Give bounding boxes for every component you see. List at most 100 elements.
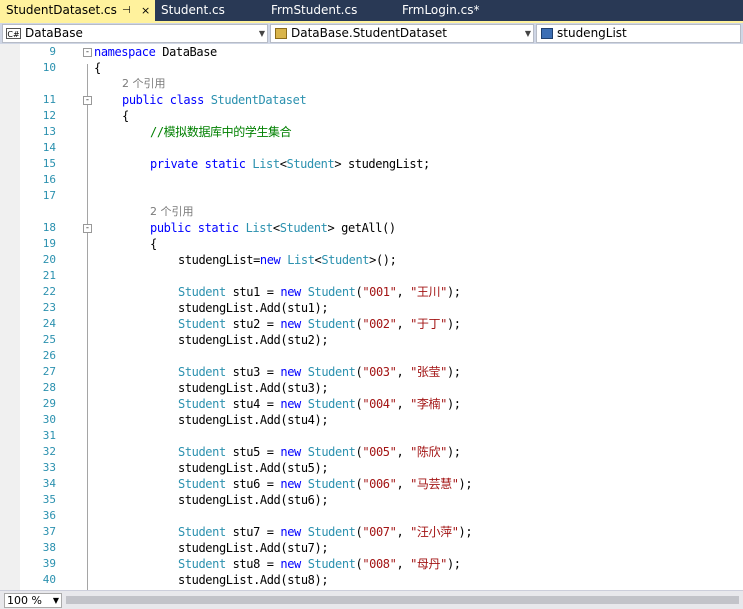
codelens-references[interactable]: 2 个引用 (150, 204, 194, 220)
collapse-icon[interactable]: - (83, 48, 92, 57)
code-token: "007" (362, 525, 397, 539)
collapse-icon[interactable]: - (83, 224, 92, 233)
code-token: stu6 = (225, 477, 281, 491)
code-token: studengList.Add(stu6); (178, 493, 329, 507)
tab-frmstudent[interactable]: FrmStudent.cs (265, 0, 395, 21)
collapse-icon[interactable]: - (83, 96, 92, 105)
code-token: ); (446, 285, 461, 299)
code-token: Student (307, 445, 356, 459)
code-text: studengList.Add(stu6); (178, 492, 329, 508)
class-dropdown[interactable]: DataBase.StudentDataset ▼ (270, 24, 534, 43)
code-text: studengList.Add(stu3); (178, 380, 329, 396)
line-number: 32 (42, 445, 56, 458)
code-token: , (396, 557, 411, 571)
close-icon[interactable]: × (141, 0, 150, 21)
code-line: 16 (0, 172, 743, 188)
line-number: 10 (42, 61, 56, 74)
code-token: "李楠" (410, 397, 447, 411)
code-token: Student (307, 365, 356, 379)
code-token: Student (307, 525, 356, 539)
code-text: private static List<Student> studengList… (150, 156, 430, 172)
horizontal-scrollbar[interactable] (66, 596, 739, 604)
tab-student[interactable]: Student.cs (155, 0, 267, 21)
code-token: "王川" (410, 285, 447, 299)
tab-label: FrmLogin.cs* (402, 3, 480, 17)
code-token: "张莹" (410, 365, 447, 379)
code-line: 13 //模拟数据库中的学生集合 (0, 124, 743, 140)
code-text: //模拟数据库中的学生集合 (150, 124, 292, 140)
code-token: , (396, 365, 411, 379)
line-number: 30 (42, 413, 56, 426)
tab-label: FrmStudent.cs (271, 3, 358, 17)
tab-studentdataset[interactable]: StudentDataset.cs ⊣ × (0, 0, 155, 21)
member-dropdown[interactable]: studengList (536, 24, 741, 43)
code-token: Student (178, 445, 226, 459)
line-number: 22 (42, 285, 56, 298)
code-token: Student (178, 525, 226, 539)
code-token: stu7 = (225, 525, 281, 539)
codelens-row: 2 个引用 (0, 204, 743, 220)
zoom-dropdown[interactable]: 100 % ▼ (4, 593, 62, 608)
code-token: < (272, 221, 280, 235)
code-line: 14 (0, 140, 743, 156)
code-token: > getAll() (327, 221, 396, 235)
code-token: new (259, 253, 281, 267)
code-token: stu2 = (225, 317, 281, 331)
tab-frmlogin[interactable]: FrmLogin.cs* (396, 0, 526, 21)
code-token: "006" (362, 477, 397, 491)
code-line: 11 - public class StudentDataset (0, 92, 743, 108)
code-text: Student stu5 = new Student("005", "陈欣"); (178, 444, 461, 460)
pin-icon[interactable]: ⊣ (122, 0, 131, 21)
code-line: 23 studengList.Add(stu1); (0, 300, 743, 316)
code-line: 15 private static List<Student> studengLi… (0, 156, 743, 172)
line-number: 21 (42, 269, 56, 282)
code-token: , (396, 525, 411, 539)
line-number: 9 (49, 45, 56, 58)
code-token: >(); (369, 253, 397, 267)
line-number: 11 (42, 93, 56, 106)
code-token: Student (286, 157, 335, 171)
code-token: studengList.Add(stu1); (178, 301, 329, 315)
code-token: class (169, 93, 205, 107)
code-line: 25 studengList.Add(stu2); (0, 332, 743, 348)
code-token: Student (307, 557, 356, 571)
code-token: , (396, 397, 411, 411)
code-token: studengList= (178, 253, 260, 267)
class-name: DataBase.StudentDataset (291, 26, 447, 40)
code-token: "陈欣" (410, 445, 447, 459)
code-editor[interactable]: 9- namespace DataBase 10{2 个引用 11- public cl… (0, 44, 743, 590)
code-token: 2 个引用 (122, 77, 166, 90)
line-number: 23 (42, 301, 56, 314)
code-token: ); (446, 445, 461, 459)
code-token: > studengList; (334, 157, 430, 171)
code-token: ); (458, 525, 473, 539)
code-token: 2 个引用 (150, 205, 194, 218)
line-number: 17 (42, 189, 56, 202)
codelens-row: 2 个引用 (0, 76, 743, 92)
line-number: 26 (42, 349, 56, 362)
code-token: { (94, 61, 101, 75)
code-token: new (280, 397, 301, 411)
code-token: "001" (362, 285, 397, 299)
code-token: Student (307, 477, 356, 491)
project-dropdown[interactable]: C# DataBase ▼ (2, 24, 268, 43)
code-token: , (396, 445, 411, 459)
code-token: new (280, 477, 301, 491)
code-text: public static List<Student> getAll() (150, 220, 396, 236)
code-line: 34 Student stu6 = new Student("006", "马芸慧… (0, 476, 743, 492)
chevron-down-icon: ▼ (258, 29, 265, 38)
codelens-references[interactable]: 2 个引用 (122, 76, 166, 92)
line-number: 33 (42, 461, 56, 474)
line-number: 31 (42, 429, 56, 442)
code-token: , (396, 317, 411, 331)
code-token: "于丁" (410, 317, 447, 331)
line-number: 18 (42, 221, 56, 234)
code-token: Student (178, 557, 226, 571)
